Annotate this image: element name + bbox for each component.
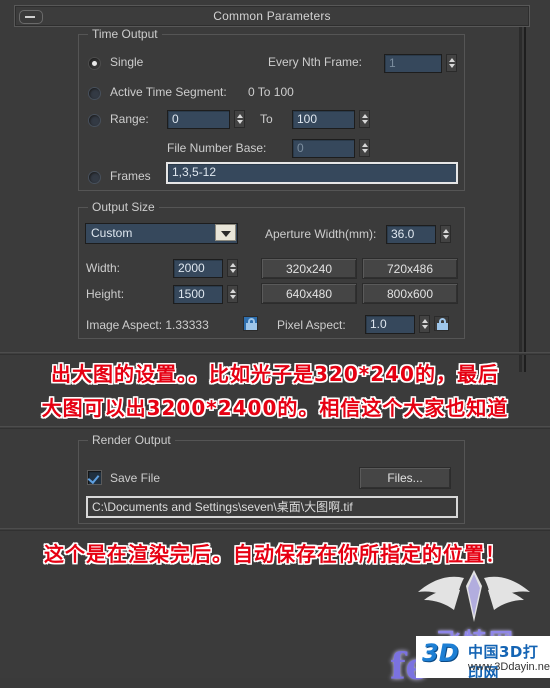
render-setup-panel: Common Parameters Time Output Single Eve… — [0, 0, 550, 688]
render-output-group-label: Render Output — [88, 433, 175, 447]
preset-button-320x240[interactable]: 320x240 — [261, 258, 357, 279]
label-image-aspect: Image Aspect: 1.33333 — [86, 318, 209, 332]
label-active-time-segment: Active Time Segment: — [110, 85, 227, 99]
save-file-checkbox[interactable] — [88, 471, 101, 484]
label-range: Range: — [110, 112, 149, 126]
preset-button-640x480[interactable]: 640x480 — [261, 283, 357, 304]
annotation-note-1-line-2: 大图可以出3200*2400的。相信这个大家也知道 — [41, 396, 509, 420]
range-from-spinner[interactable] — [234, 110, 245, 128]
frames-input[interactable]: 1,3,5-12 — [166, 162, 458, 184]
range-to-input[interactable]: 100 — [292, 110, 355, 129]
output-path-input[interactable]: C:\Documents and Settings\seven\桌面\大图啊.t… — [86, 496, 458, 518]
time-output-group-label: Time Output — [88, 27, 162, 41]
radio-active-time-segment[interactable] — [89, 88, 100, 99]
aperture-width-spinner[interactable] — [440, 225, 451, 243]
chevron-down-icon[interactable] — [215, 224, 236, 241]
width-input[interactable]: 2000 — [173, 259, 223, 278]
radio-frames[interactable] — [89, 172, 100, 183]
section-divider-bottom — [0, 528, 550, 531]
radio-range[interactable] — [89, 115, 100, 126]
section-divider-middle — [0, 426, 550, 429]
panel-edge — [519, 27, 522, 372]
badge-url: www.3Ddayin.net — [468, 661, 550, 673]
height-spinner[interactable] — [227, 285, 238, 303]
lock-icon-pixel-aspect[interactable] — [434, 316, 449, 331]
label-pixel-aspect: Pixel Aspect: — [277, 318, 346, 332]
file-number-base-spinner[interactable] — [359, 139, 370, 157]
label-aperture-width: Aperture Width(mm): — [265, 227, 377, 241]
output-size-group-label: Output Size — [88, 200, 159, 214]
section-divider-top — [0, 352, 550, 355]
badge-3d-logo: 3D — [422, 639, 459, 667]
range-to-spinner[interactable] — [359, 110, 370, 128]
pixel-aspect-spinner[interactable] — [419, 315, 430, 333]
rollout-title: Common Parameters — [213, 9, 331, 23]
range-from-input[interactable]: 0 — [167, 110, 230, 129]
preset-button-800x600[interactable]: 800x600 — [362, 283, 458, 304]
file-number-base-input[interactable]: 0 — [292, 139, 355, 158]
lock-icon-image-aspect[interactable] — [243, 316, 258, 331]
radio-single[interactable] — [89, 58, 100, 69]
label-width: Width: — [86, 261, 121, 275]
aperture-width-input[interactable]: 36.0 — [386, 225, 436, 244]
preset-button-720x486[interactable]: 720x486 — [362, 258, 458, 279]
label-every-nth-frame: Every Nth Frame: — [268, 55, 363, 69]
rollout-header[interactable]: Common Parameters — [14, 5, 530, 27]
site-badge: 3D 中国3D打印网 www.3Ddayin.net — [416, 636, 550, 678]
every-nth-frame-input[interactable]: 1 — [384, 54, 442, 73]
value-active-time-segment: 0 To 100 — [248, 85, 294, 99]
label-file-number-base: File Number Base: — [167, 141, 267, 155]
files-button[interactable]: Files... — [359, 467, 451, 489]
every-nth-frame-spinner[interactable] — [446, 54, 457, 72]
width-spinner[interactable] — [227, 259, 238, 277]
panel-edge-outer — [524, 27, 526, 372]
label-height: Height: — [86, 287, 125, 301]
pixel-aspect-input[interactable]: 1.0 — [365, 315, 415, 334]
label-frames: Frames — [110, 169, 151, 183]
height-input[interactable]: 1500 — [173, 285, 223, 304]
label-save-file: Save File — [110, 471, 161, 485]
label-range-to: To — [260, 112, 273, 126]
label-single: Single — [110, 55, 144, 69]
annotation-note-1-line-1: 出大图的设置。。比如光子是320*240的，最后 — [51, 362, 499, 386]
